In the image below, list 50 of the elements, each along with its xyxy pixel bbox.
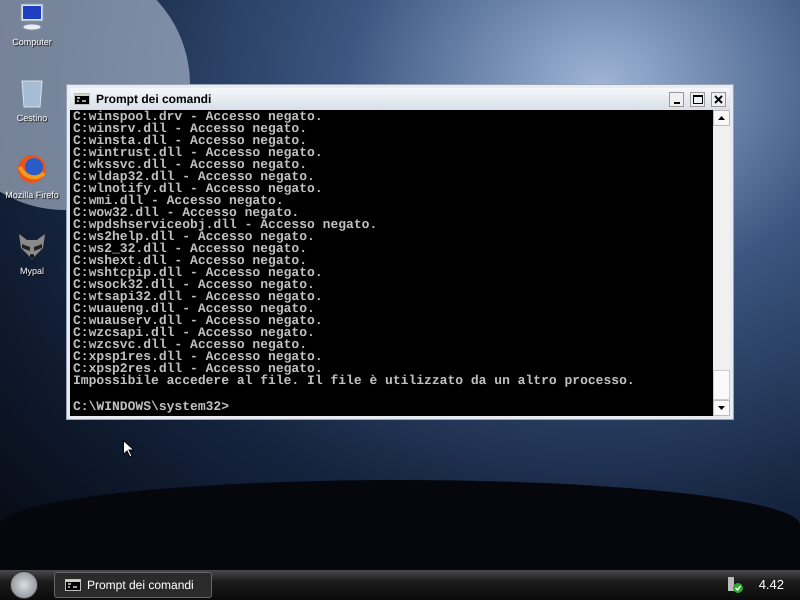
maximize-button[interactable] xyxy=(690,92,705,106)
console-line: C:wzcsapi.dll - Accesso negato. xyxy=(73,327,315,339)
close-icon xyxy=(714,94,723,104)
scroll-down-button[interactable] xyxy=(713,400,730,416)
console-line: C:xpsp2res.dll - Accesso negato. xyxy=(73,363,324,375)
console-line: C:wldap32.dll - Accesso negato. xyxy=(73,171,315,183)
scroll-thumb[interactable] xyxy=(713,370,730,400)
console-line: C:winspool.drv - Accesso negato. xyxy=(73,111,324,123)
console-prompt: C:\WINDOWS\system32> xyxy=(73,399,230,414)
taskbar-task[interactable]: Prompt dei comandi xyxy=(54,572,212,598)
console-line: C:winsrv.dll - Accesso negato. xyxy=(73,123,308,135)
window-title: Prompt dei comandi xyxy=(96,91,212,108)
down-arrow-icon xyxy=(718,406,725,410)
console-line: C:wow32.dll - Accesso negato. xyxy=(73,207,300,219)
console-line: C:wuaueng.dll - Accesso negato. xyxy=(73,303,315,315)
console-line: C:wintrust.dll - Accesso negato. xyxy=(73,147,324,159)
desktop-icon-label[interactable]: Mypal xyxy=(20,264,44,278)
fox-globe-icon xyxy=(16,153,48,185)
up-arrow-icon xyxy=(718,116,725,120)
console-line: C:ws2_32.dll - Accesso negato. xyxy=(73,243,308,255)
console-line: C:winsta.dll - Accesso negato. xyxy=(73,135,308,147)
clock: 4.42 xyxy=(758,576,784,594)
scroll-up-button[interactable] xyxy=(713,110,730,126)
console-line: C:wzcsvc.dll - Accesso negato. xyxy=(73,339,308,351)
desktop-icon-label[interactable]: Cestino xyxy=(16,112,48,125)
mouse-cursor-icon xyxy=(123,440,134,457)
maximize-icon xyxy=(692,94,702,104)
console-icon xyxy=(65,579,81,591)
minimize-icon xyxy=(674,102,680,104)
start-button[interactable] xyxy=(10,571,38,599)
console-icon xyxy=(74,93,90,105)
console-line: C:wtsapi32.dll - Accesso negato. xyxy=(73,291,324,303)
console-line: C:xpsp1res.dll - Accesso negato. xyxy=(73,351,324,363)
console-line: C:wlnotify.dll - Accesso negato. xyxy=(73,183,324,195)
desktop-icon-label[interactable]: Computer xyxy=(12,36,52,50)
security-shield-icon xyxy=(726,576,743,594)
console-line: C:wpdshserviceobj.dll - Accesso negato. xyxy=(73,219,378,231)
console-line: C:wshtcpip.dll - Accesso negato. xyxy=(73,267,324,279)
desktop-icon-label[interactable]: Mozilla Firefo xyxy=(5,189,59,202)
console-line: C:wuauserv.dll - Accesso negato. xyxy=(73,315,324,327)
trash-bin-icon xyxy=(20,78,44,108)
scrollbar[interactable] xyxy=(713,110,730,416)
console-line: C:ws2help.dll - Accesso negato. xyxy=(73,231,316,243)
close-button[interactable] xyxy=(711,92,726,106)
minimize-button[interactable] xyxy=(669,92,684,106)
console-line: C:wkssvc.dll - Accesso negato. xyxy=(73,159,308,171)
console-line: C:wshext.dll - Accesso negato. xyxy=(73,255,308,267)
console-line: Impossibile accedere al file. Il file è utilizzato da un altro processo. xyxy=(73,375,636,387)
console-line: C:wsock32.dll - Accesso negato. xyxy=(73,279,315,291)
console-line: C:wmi.dll - Accesso negato. xyxy=(73,195,284,207)
